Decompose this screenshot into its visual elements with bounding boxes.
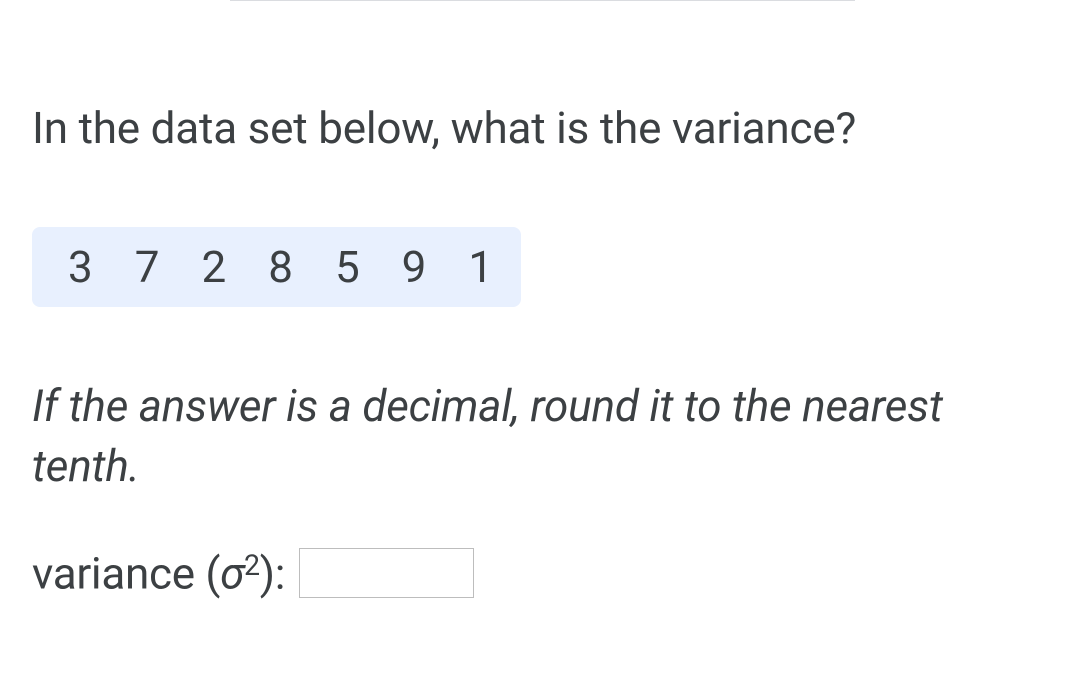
data-value: 8 [268, 241, 293, 293]
question-content: In the data set below, what is the varia… [32, 100, 1048, 600]
exponent: 2 [244, 548, 260, 582]
data-value: 5 [335, 241, 360, 293]
data-value: 9 [402, 241, 427, 293]
top-divider [230, 0, 855, 1]
label-prefix: variance ( [32, 548, 220, 600]
data-value: 7 [135, 241, 160, 293]
label-suffix: ): [260, 548, 285, 600]
answer-label: variance (σ2): [32, 546, 285, 600]
data-value: 2 [201, 241, 226, 293]
data-set-row: 3 7 2 8 5 9 1 [32, 227, 521, 307]
variance-input[interactable] [299, 548, 474, 598]
data-value: 3 [68, 241, 93, 293]
question-text: In the data set below, what is the varia… [32, 100, 1048, 157]
rounding-instruction: If the answer is a decimal, round it to … [32, 377, 1048, 496]
data-value: 1 [468, 241, 493, 293]
sigma-symbol: σ [220, 548, 244, 600]
answer-row: variance (σ2): [32, 546, 1048, 600]
